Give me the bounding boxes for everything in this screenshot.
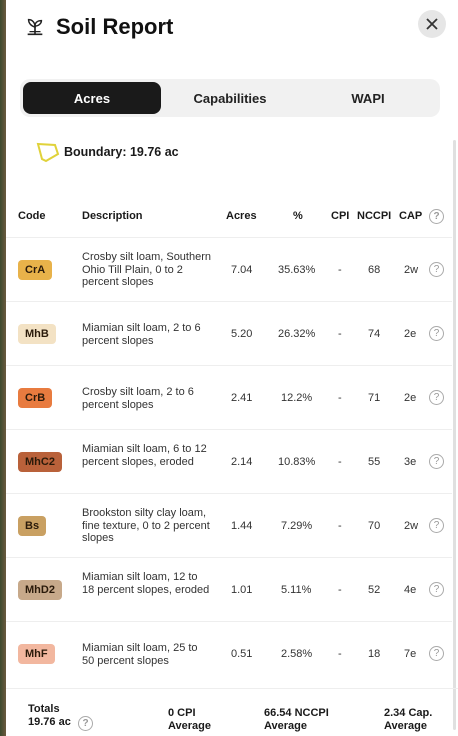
cap-value: 4e <box>404 584 417 596</box>
polygon-icon <box>36 142 60 163</box>
nccpi-value: 18 <box>368 648 381 660</box>
totals-cpi-caption: Average <box>168 720 212 732</box>
cap-value: 2w <box>404 264 419 276</box>
table-header: Code Description Acres % CPI NCCPI CAP ? <box>6 203 458 231</box>
cap-value: 3e <box>404 456 417 468</box>
col-cpi: CPI <box>331 210 350 222</box>
nccpi-value: 52 <box>368 584 381 596</box>
col-nccpi: NCCPI <box>357 210 392 222</box>
soil-description: Miamian silt loam, 6 to 12 percent slope… <box>82 443 207 468</box>
acres-value: 1.44 <box>231 520 253 532</box>
col-description: Description <box>82 210 143 222</box>
totals-cap-caption: Average <box>384 720 428 732</box>
totals-cpi-value: 0 CPI <box>168 707 196 719</box>
soil-code-badge: MhF <box>18 644 55 664</box>
nccpi-value: 70 <box>368 520 381 532</box>
soil-description: Crosby silt loam, Southern Ohio Till Pla… <box>82 251 211 288</box>
close-button[interactable] <box>418 10 446 38</box>
header: Soil Report <box>24 12 173 42</box>
cap-value: 2e <box>404 328 417 340</box>
soil-code-badge: CrA <box>18 260 53 280</box>
cpi-value: - <box>338 648 342 660</box>
cpi-value: - <box>338 456 342 468</box>
totals-acres: Totals 19.76 ac <box>28 703 71 729</box>
nccpi-value: 71 <box>368 392 381 404</box>
help-icon[interactable]: ? <box>429 518 444 533</box>
tab-bar: Acres Capabilities WAPI <box>20 79 440 117</box>
close-icon <box>426 18 438 30</box>
cpi-value: - <box>338 328 342 340</box>
page-title: Soil Report <box>56 14 174 39</box>
table-row[interactable]: MhB Miamian silt loam, 2 to 6 percent sl… <box>6 301 452 365</box>
table-row[interactable]: MhD2 Miamian silt loam, 12 to 18 percent… <box>6 557 452 621</box>
soil-code-badge: MhD2 <box>18 580 62 600</box>
cap-value: 7e <box>404 648 417 660</box>
help-icon[interactable]: ? <box>429 646 444 661</box>
cpi-value: - <box>338 584 342 596</box>
help-icon[interactable]: ? <box>429 390 444 405</box>
boundary-label: Boundary: 19.76 ac <box>64 145 179 159</box>
soil-code-badge: CrB <box>18 388 53 408</box>
percent-value: 5.11% <box>281 584 312 596</box>
col-pct: % <box>293 210 303 222</box>
seedling-icon <box>27 18 43 36</box>
soil-code-badge: Bs <box>18 516 47 536</box>
soil-description: Miamian silt loam, 12 to 18 percent slop… <box>82 571 210 596</box>
col-acres: Acres <box>226 210 257 222</box>
help-icon[interactable]: ? <box>429 262 444 277</box>
help-icon[interactable]: ? <box>78 716 93 731</box>
totals-nccpi-value: 66.54 NCCPI <box>264 707 329 719</box>
cpi-value: - <box>338 264 342 276</box>
soil-code-badge: MhB <box>18 324 56 344</box>
table-row[interactable]: CrB Crosby silt loam, 2 to 6 percent slo… <box>6 365 452 429</box>
totals-acres-value: 19.76 ac <box>28 716 71 728</box>
totals-nccpi: 66.54 NCCPI Average <box>264 707 329 733</box>
percent-value: 35.63% <box>278 264 316 276</box>
acres-value: 0.51 <box>231 648 253 660</box>
acres-value: 2.41 <box>231 392 253 404</box>
boundary-summary: Boundary: 19.76 ac <box>36 141 179 163</box>
nccpi-value: 55 <box>368 456 381 468</box>
percent-value: 10.83% <box>278 456 316 468</box>
percent-value: 7.29% <box>281 520 313 532</box>
col-code: Code <box>18 210 46 222</box>
tab-capabilities[interactable]: Capabilities <box>161 82 299 114</box>
acres-value: 1.01 <box>231 584 253 596</box>
table-row[interactable]: Bs Brookston silty clay loam, fine textu… <box>6 493 452 557</box>
tab-acres[interactable]: Acres <box>23 82 161 114</box>
help-icon[interactable]: ? <box>429 454 444 469</box>
acres-value: 7.04 <box>231 264 253 276</box>
totals-nccpi-caption: Average <box>264 720 308 732</box>
help-icon[interactable]: ? <box>429 209 444 224</box>
percent-value: 2.58% <box>281 648 313 660</box>
nccpi-value: 74 <box>368 328 381 340</box>
soil-report-panel: Soil Report Acres Capabilities WAPI Boun… <box>6 0 458 736</box>
help-icon[interactable]: ? <box>429 582 444 597</box>
table-row[interactable]: MhF Miamian silt loam, 25 to 50 percent … <box>6 621 452 685</box>
soil-description: Miamian silt loam, 2 to 6 percent slopes <box>82 322 201 347</box>
soil-description: Miamian silt loam, 25 to 50 percent slop… <box>82 642 198 667</box>
table-row[interactable]: MhC2 Miamian silt loam, 6 to 12 percent … <box>6 429 452 493</box>
table-row[interactable]: CrA Crosby silt loam, Southern Ohio Till… <box>6 237 452 301</box>
cap-value: 2e <box>404 392 417 404</box>
nccpi-value: 68 <box>368 264 381 276</box>
cap-value: 2w <box>404 520 419 532</box>
totals-row: Totals 19.76 ac ? 0 CPI Average 66.54 NC… <box>6 688 458 736</box>
soil-code-badge: MhC2 <box>18 452 62 472</box>
totals-cap-value: 2.34 Cap. <box>384 707 433 719</box>
soil-description: Crosby silt loam, 2 to 6 percent slopes <box>82 386 194 411</box>
cpi-value: - <box>338 392 342 404</box>
soil-description: Brookston silty clay loam, fine texture,… <box>82 507 210 544</box>
col-cap: CAP <box>399 210 423 222</box>
totals-cap: 2.34 Cap. Average <box>384 707 432 733</box>
help-icon[interactable]: ? <box>429 326 444 341</box>
totals-label: Totals <box>28 703 60 715</box>
percent-value: 26.32% <box>278 328 316 340</box>
percent-value: 12.2% <box>281 392 313 404</box>
tab-wapi[interactable]: WAPI <box>299 82 437 114</box>
acres-value: 2.14 <box>231 456 253 468</box>
acres-value: 5.20 <box>231 328 253 340</box>
totals-cpi: 0 CPI Average <box>168 707 211 733</box>
cpi-value: - <box>338 520 342 532</box>
